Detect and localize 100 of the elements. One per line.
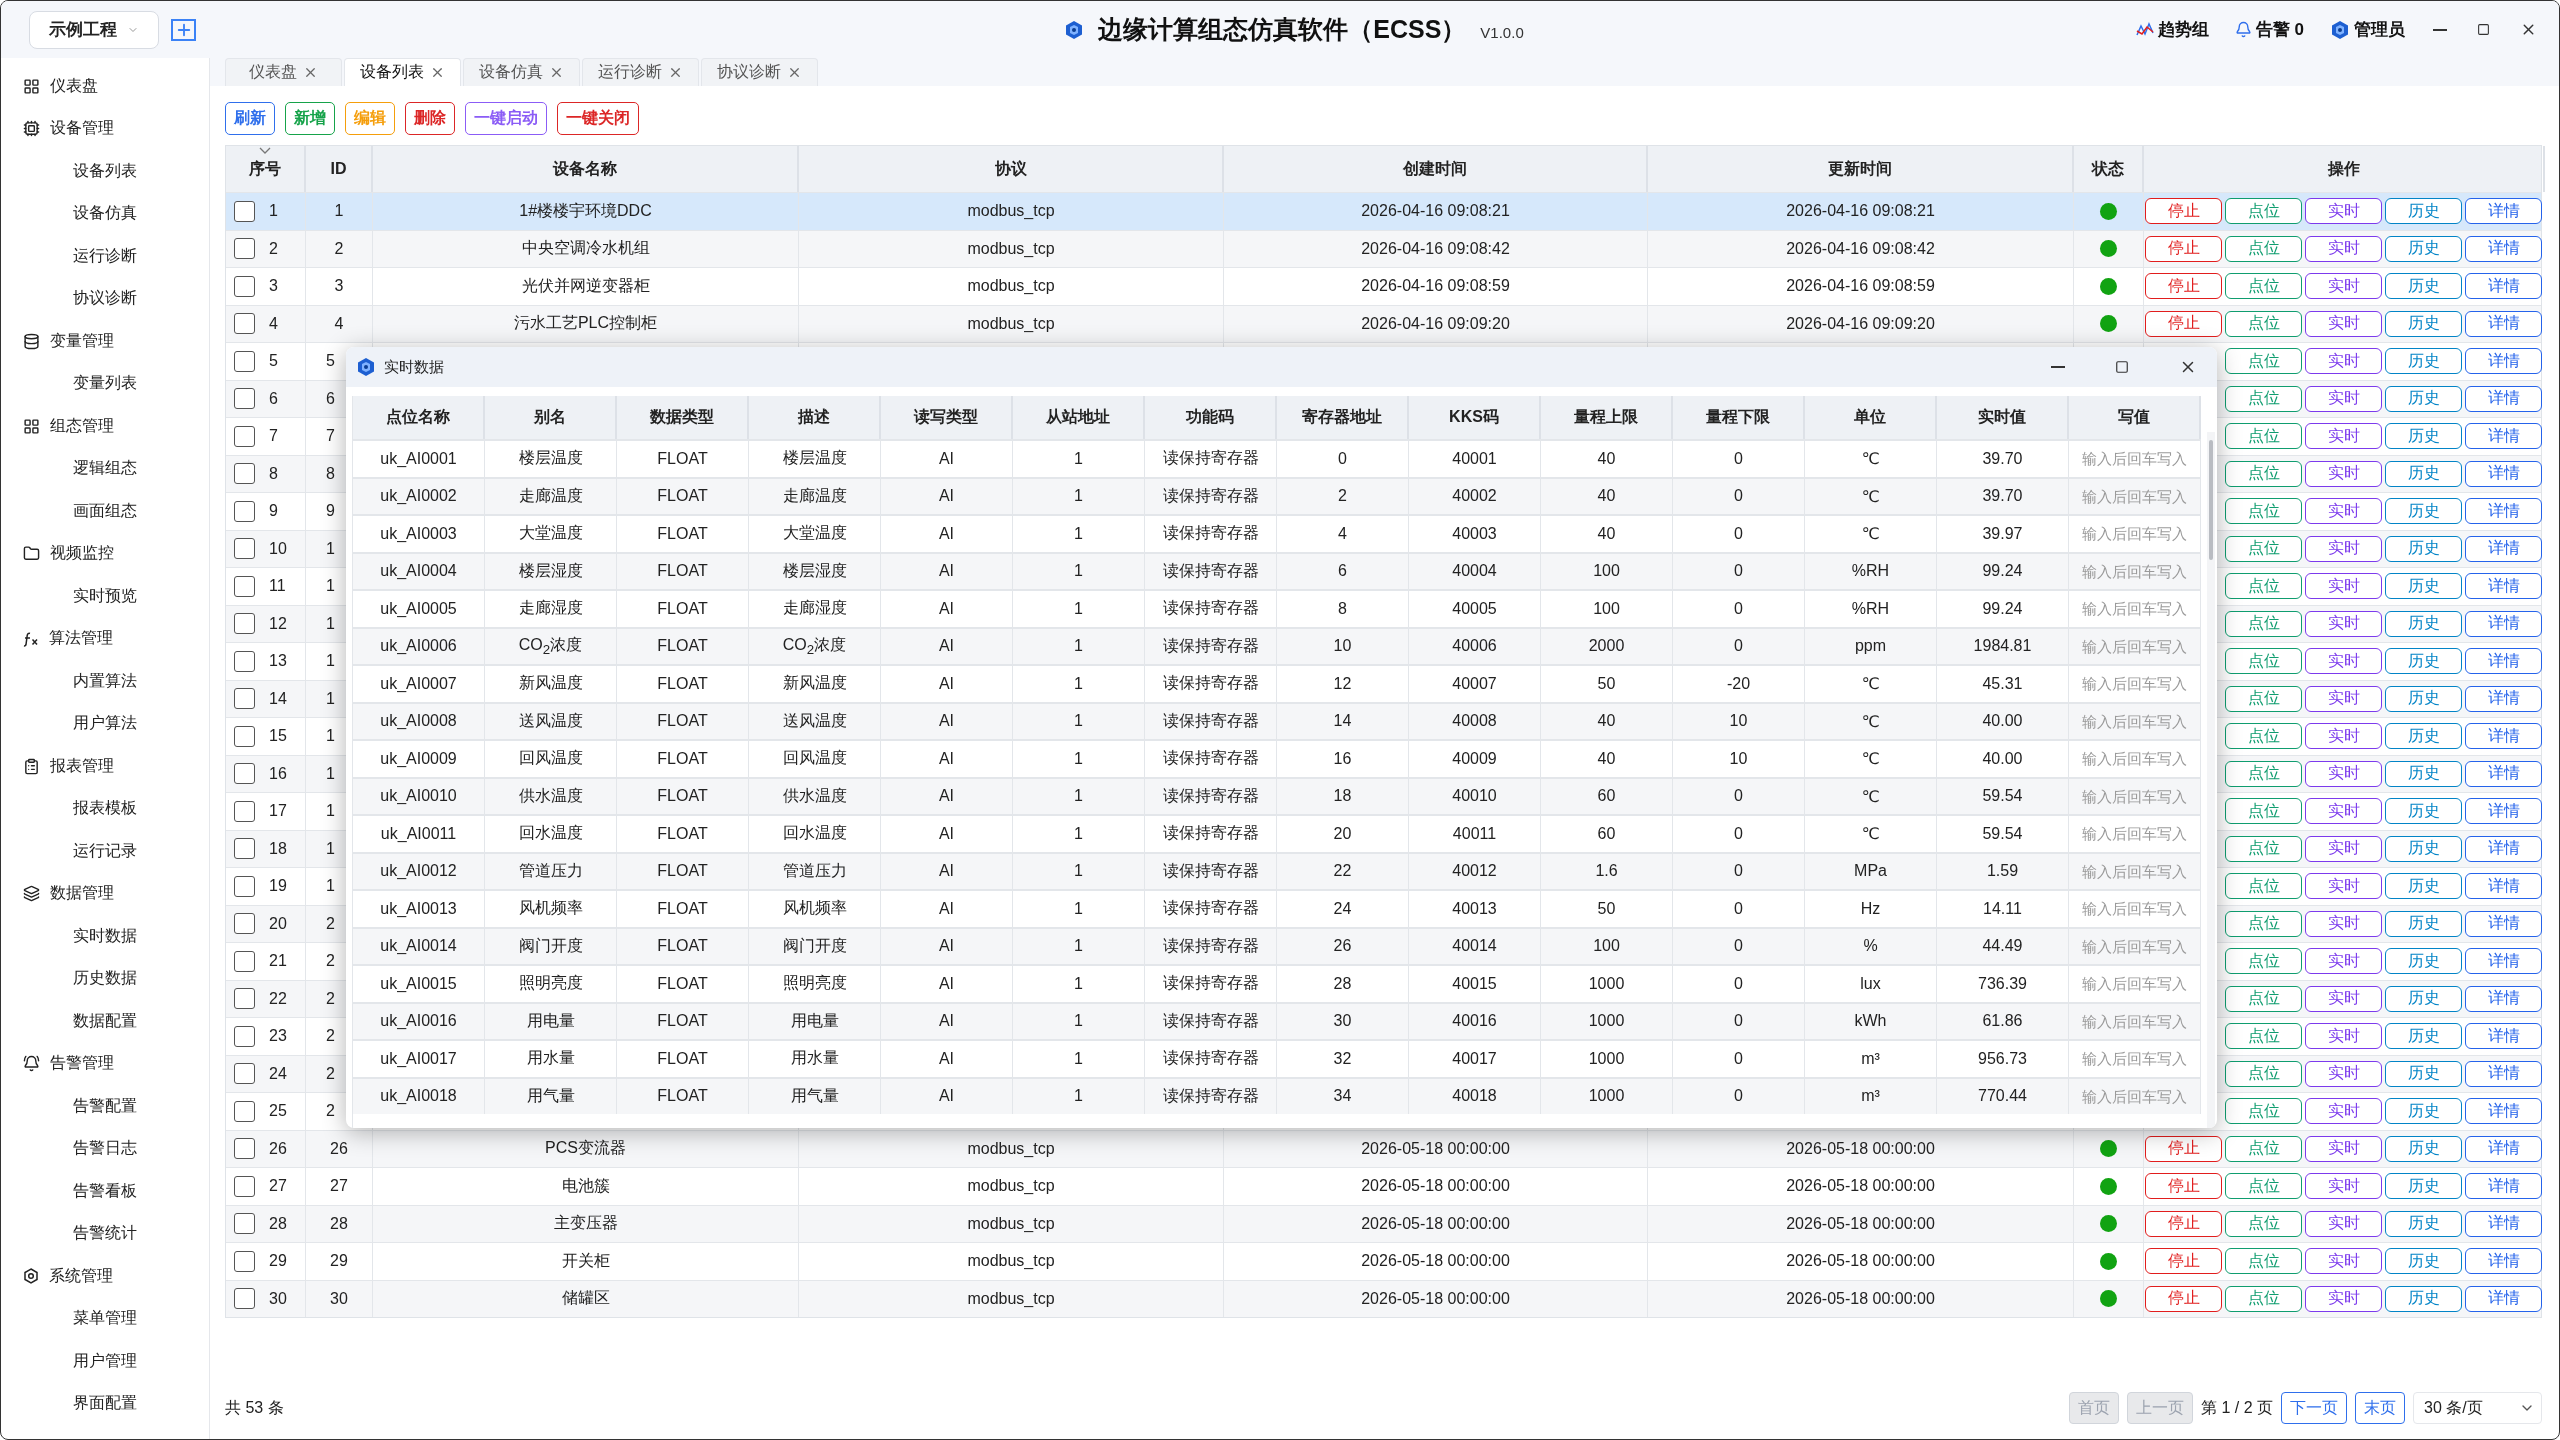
write-value-field[interactable]: 输入后回车写入	[2069, 1003, 2200, 1039]
checkbox[interactable]	[234, 688, 255, 710]
checkbox[interactable]	[234, 1138, 255, 1160]
action-button[interactable]: 实时	[2305, 1285, 2382, 1312]
action-button[interactable]: 点位	[2225, 648, 2302, 675]
action-button[interactable]: 停止	[2145, 198, 2222, 225]
sidebar-item[interactable]: 逻辑组态	[1, 447, 209, 490]
write-value-field[interactable]: 输入后回车写入	[2069, 666, 2200, 702]
tab[interactable]: 协议诊断	[701, 58, 818, 86]
action-button[interactable]: 点位	[2225, 835, 2302, 862]
action-button[interactable]: 实时	[2305, 723, 2382, 750]
write-value-field[interactable]: 输入后回车写入	[2069, 478, 2200, 514]
table-row[interactable]: 28 28 主变压器 modbus_tcp 2026-05-18 00:00:00 2026-05-18 00:00:00 停止 点位 实时 历史 详情	[226, 1204, 2541, 1242]
action-button[interactable]: 实时	[2305, 460, 2382, 487]
close-icon[interactable]	[430, 65, 445, 80]
action-button[interactable]: 历史	[2385, 1023, 2462, 1050]
sidebar-item[interactable]: 内置算法	[1, 660, 209, 703]
sidebar-item[interactable]: 实时数据	[1, 915, 209, 958]
action-button[interactable]: 详情	[2465, 310, 2542, 337]
write-value-field[interactable]: 输入后回车写入	[2069, 1078, 2200, 1114]
sidebar-group[interactable]: 系统管理	[1, 1255, 209, 1298]
action-button[interactable]: 点位	[2225, 760, 2302, 787]
action-button[interactable]: 历史	[2385, 873, 2462, 900]
write-value-field[interactable]: 输入后回车写入	[2069, 703, 2200, 739]
action-button[interactable]: 历史	[2385, 760, 2462, 787]
write-value-field[interactable]: 输入后回车写入	[2069, 628, 2200, 664]
action-button[interactable]: 点位	[2225, 985, 2302, 1012]
sort-icon[interactable]	[259, 147, 271, 154]
checkbox[interactable]	[234, 913, 255, 935]
action-button[interactable]: 停止	[2145, 1135, 2222, 1162]
checkbox[interactable]	[234, 725, 255, 747]
checkbox[interactable]	[234, 1025, 255, 1047]
checkbox[interactable]	[234, 463, 255, 485]
action-button[interactable]: 停止	[2145, 1248, 2222, 1275]
action-button[interactable]: 点位	[2225, 235, 2302, 262]
action-button[interactable]: 历史	[2385, 535, 2462, 562]
tab[interactable]: 仪表盘	[225, 58, 342, 86]
action-button[interactable]: 点位	[2225, 1060, 2302, 1087]
action-button[interactable]: 历史	[2385, 1285, 2462, 1312]
checkbox[interactable]	[234, 1213, 255, 1235]
write-value-field[interactable]: 输入后回车写入	[2069, 741, 2200, 777]
action-button[interactable]: 历史	[2385, 648, 2462, 675]
sidebar-item[interactable]: 报表模板	[1, 787, 209, 830]
action-button[interactable]: 历史	[2385, 573, 2462, 600]
action-button[interactable]: 实时	[2305, 1060, 2382, 1087]
action-button[interactable]: 点位	[2225, 1135, 2302, 1162]
sidebar-group[interactable]: 变量管理	[1, 320, 209, 363]
action-button[interactable]: 详情	[2465, 535, 2542, 562]
write-value-field[interactable]: 输入后回车写入	[2069, 928, 2200, 964]
action-button[interactable]: 实时	[2305, 648, 2382, 675]
action-button[interactable]: 点位	[2225, 310, 2302, 337]
action-button[interactable]: 详情	[2465, 910, 2542, 937]
action-button[interactable]: 历史	[2385, 1135, 2462, 1162]
sidebar-item[interactable]: 设备仿真	[1, 192, 209, 235]
sidebar-item[interactable]: 菜单管理	[1, 1297, 209, 1340]
action-button[interactable]: 历史	[2385, 310, 2462, 337]
write-value-field[interactable]: 输入后回车写入	[2069, 441, 2200, 477]
sidebar-item[interactable]: 运行诊断	[1, 235, 209, 278]
action-button[interactable]: 详情	[2465, 1285, 2542, 1312]
action-button[interactable]: 详情	[2465, 835, 2542, 862]
action-button[interactable]: 详情	[2465, 648, 2542, 675]
table-row[interactable]: 3 3 光伏并网逆变器柜 modbus_tcp 2026-04-16 09:08:59 2026-04-16 09:08:59 停止 点位 实时 历史 详情	[226, 267, 2541, 305]
action-button[interactable]: 停止	[2145, 1210, 2222, 1237]
action-button[interactable]: 实时	[2305, 423, 2382, 450]
action-button[interactable]: 点位	[2225, 723, 2302, 750]
action-button[interactable]: 点位	[2225, 1285, 2302, 1312]
action-button[interactable]: 详情	[2465, 1098, 2542, 1125]
write-value-field[interactable]: 输入后回车写入	[2069, 853, 2200, 889]
action-button[interactable]: 点位	[2225, 460, 2302, 487]
action-button[interactable]: 实时	[2305, 948, 2382, 975]
action-button[interactable]: 详情	[2465, 498, 2542, 525]
sidebar-item[interactable]: 界面配置	[1, 1382, 209, 1425]
action-button[interactable]: 停止	[2145, 310, 2222, 337]
write-value-field[interactable]: 输入后回车写入	[2069, 816, 2200, 852]
action-button[interactable]: 详情	[2465, 948, 2542, 975]
write-value-field[interactable]: 输入后回车写入	[2069, 778, 2200, 814]
checkbox[interactable]	[234, 1063, 255, 1085]
action-button[interactable]: 详情	[2465, 198, 2542, 225]
write-value-field[interactable]: 输入后回车写入	[2069, 1041, 2200, 1077]
action-button[interactable]: 历史	[2385, 610, 2462, 637]
action-button[interactable]: 点位	[2225, 685, 2302, 712]
action-button[interactable]: 点位	[2225, 873, 2302, 900]
sidebar-group[interactable]: 数据管理	[1, 872, 209, 915]
action-button[interactable]: 详情	[2465, 1135, 2542, 1162]
checkbox[interactable]	[234, 1100, 255, 1122]
sidebar-item[interactable]: 用户算法	[1, 702, 209, 745]
action-button[interactable]: 详情	[2465, 385, 2542, 412]
checkbox[interactable]	[234, 838, 255, 860]
action-button[interactable]: 点位	[2225, 798, 2302, 825]
sidebar-item[interactable]: 告警看板	[1, 1170, 209, 1213]
action-button[interactable]: 实时	[2305, 235, 2382, 262]
table-row[interactable]: 29 29 开关柜 modbus_tcp 2026-05-18 00:00:00 2026-05-18 00:00:00 停止 点位 实时 历史 详情	[226, 1242, 2541, 1280]
close-icon[interactable]	[549, 65, 564, 80]
action-button[interactable]: 历史	[2385, 1248, 2462, 1275]
action-button[interactable]: 实时	[2305, 985, 2382, 1012]
action-button[interactable]: 点位	[2225, 1023, 2302, 1050]
action-button[interactable]: 实时	[2305, 498, 2382, 525]
action-button[interactable]: 历史	[2385, 198, 2462, 225]
action-button[interactable]: 历史	[2385, 1173, 2462, 1200]
action-button[interactable]: 点位	[2225, 1248, 2302, 1275]
